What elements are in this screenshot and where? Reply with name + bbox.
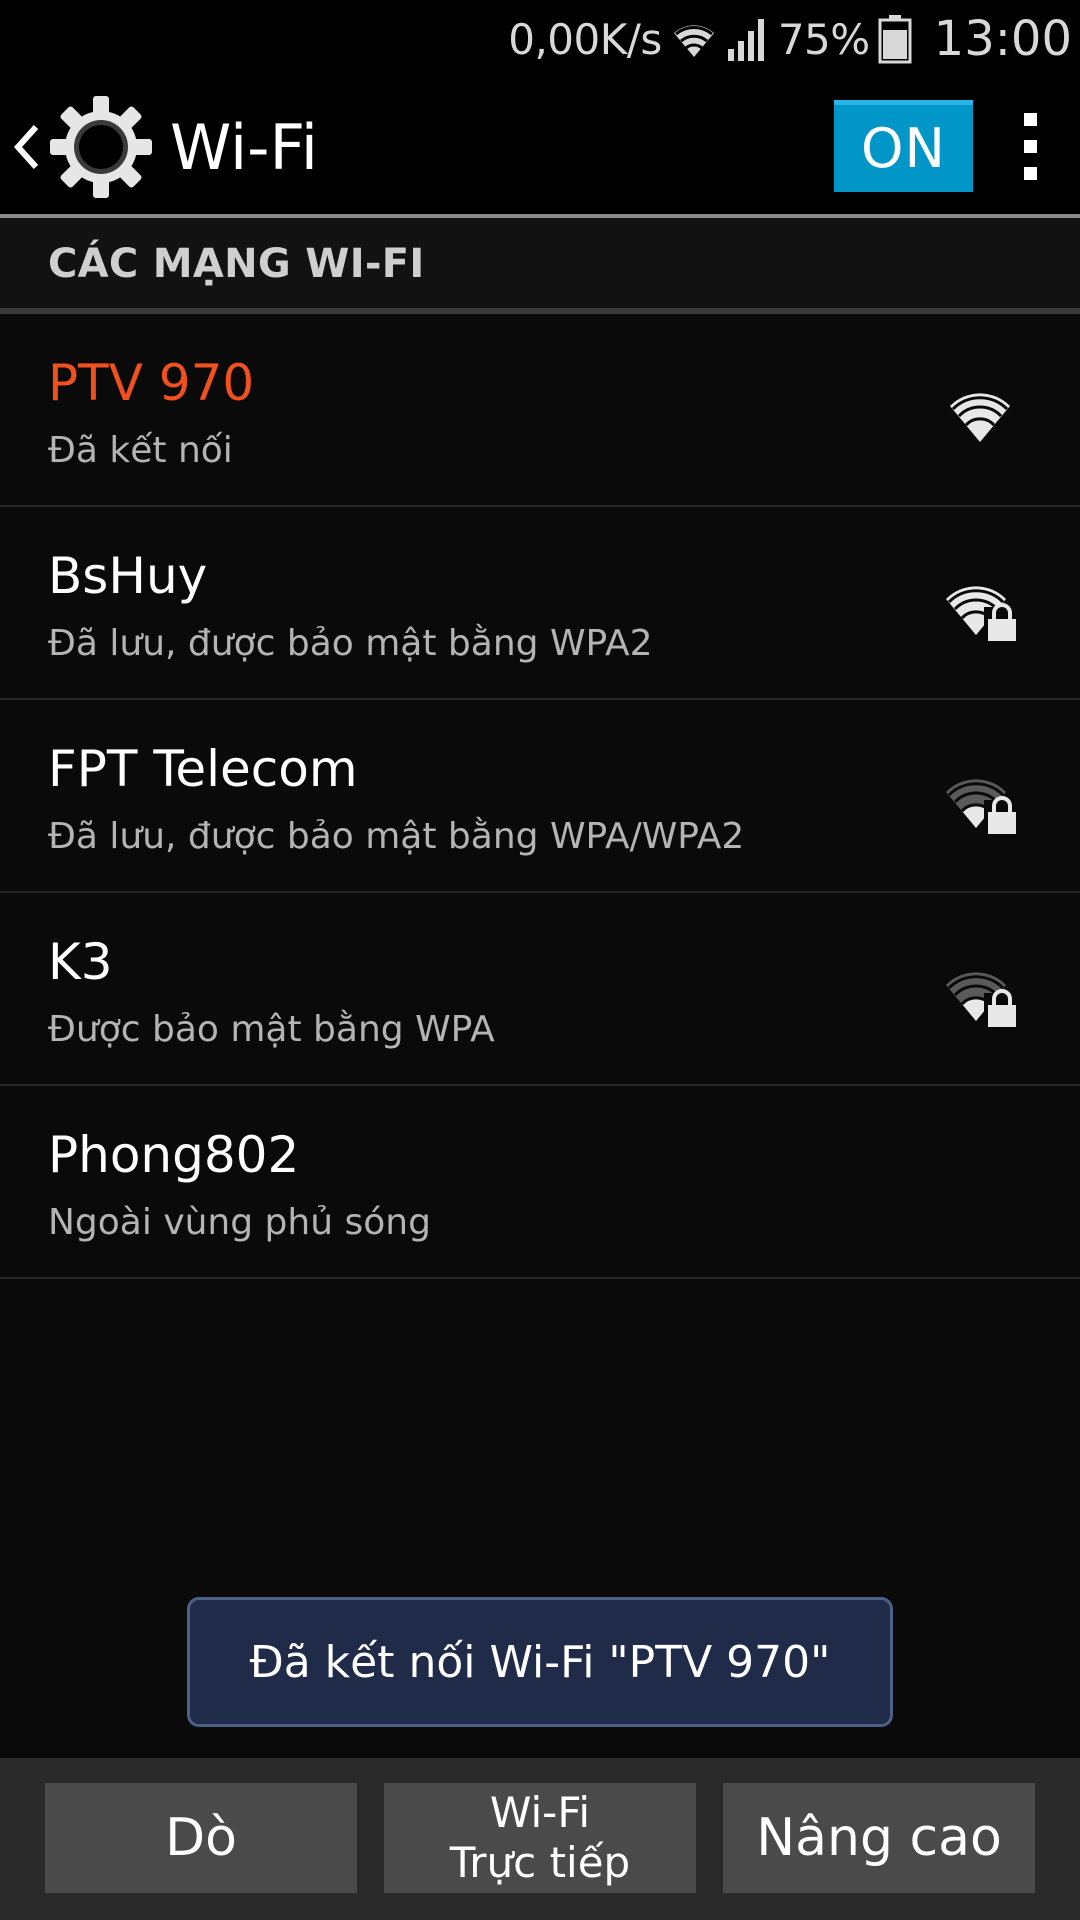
network-status: Đã lưu, được bảo mật bằng WPA2 bbox=[48, 623, 653, 664]
network-name: Phong802 bbox=[48, 1126, 300, 1184]
network-speed: 0,00K/s bbox=[508, 14, 662, 64]
wifi-direct-label-line1: Wi-Fi bbox=[489, 1787, 591, 1837]
network-name: FPT Telecom bbox=[48, 740, 358, 798]
battery-icon bbox=[878, 14, 912, 64]
network-name: K3 bbox=[48, 933, 113, 991]
advanced-button-label: Nâng cao bbox=[756, 1808, 1002, 1868]
wifi-locked-icon bbox=[940, 963, 1020, 1033]
toast-message: Đã kết nối Wi-Fi "PTV 970" bbox=[249, 1636, 831, 1688]
network-status: Đã kết nối bbox=[48, 430, 233, 471]
network-item-k3[interactable]: K3 Được bảo mật bằng WPA bbox=[0, 893, 1080, 1086]
wifi-locked-icon bbox=[940, 770, 1020, 840]
network-item-bshuy[interactable]: BsHuy Đã lưu, được bảo mật bằng WPA2 bbox=[0, 507, 1080, 700]
battery-percent: 75% bbox=[777, 14, 870, 64]
wifi-icon bbox=[670, 17, 718, 61]
page-title: Wi-Fi bbox=[170, 110, 318, 184]
clock: 13:00 bbox=[933, 11, 1072, 67]
bottom-action-bar: Dò Wi-Fi Trực tiếp Nâng cao bbox=[0, 1758, 1080, 1920]
status-bar: 0,00K/s 75% 13:00 bbox=[0, 0, 1080, 78]
network-status: Được bảo mật bằng WPA bbox=[48, 1009, 495, 1050]
network-item-phong802[interactable]: Phong802 Ngoài vùng phủ sóng bbox=[0, 1086, 1080, 1279]
wifi-direct-label-line2: Trực tiếp bbox=[449, 1838, 631, 1887]
network-status: Đã lưu, được bảo mật bằng WPA/WPA2 bbox=[48, 816, 745, 857]
section-title: CÁC MẠNG WI-FI bbox=[48, 241, 425, 287]
wifi-settings-screen: 0,00K/s 75% 13:00 Wi-Fi ON CÁC MẠNG WI-F… bbox=[0, 0, 1080, 1920]
advanced-button[interactable]: Nâng cao bbox=[723, 1783, 1035, 1893]
connection-toast: Đã kết nối Wi-Fi "PTV 970" bbox=[187, 1597, 893, 1727]
wifi-signal-icon bbox=[940, 384, 1020, 454]
wifi-direct-button[interactable]: Wi-Fi Trực tiếp bbox=[384, 1783, 696, 1893]
scan-button-label: Dò bbox=[165, 1808, 237, 1868]
up-navigation[interactable]: Wi-Fi bbox=[0, 78, 318, 216]
network-item-ptv-970[interactable]: PTV 970 Đã kết nối bbox=[0, 314, 1080, 507]
scan-button[interactable]: Dò bbox=[45, 1783, 357, 1893]
network-name: PTV 970 bbox=[48, 354, 255, 412]
network-status: Ngoài vùng phủ sóng bbox=[48, 1202, 431, 1243]
settings-gear-icon bbox=[46, 92, 156, 202]
network-name: BsHuy bbox=[48, 547, 208, 605]
overflow-menu-icon[interactable] bbox=[1010, 100, 1050, 192]
wifi-toggle-label: ON bbox=[861, 117, 946, 180]
section-header: CÁC MẠNG WI-FI bbox=[0, 218, 1080, 310]
network-item-fpt-telecom[interactable]: FPT Telecom Đã lưu, được bảo mật bằng WP… bbox=[0, 700, 1080, 893]
action-bar: Wi-Fi ON bbox=[0, 78, 1080, 216]
wifi-locked-icon bbox=[940, 577, 1020, 647]
network-list: PTV 970 Đã kết nối BsHuy Đã lưu, được bả… bbox=[0, 314, 1080, 1279]
wifi-toggle[interactable]: ON bbox=[834, 100, 973, 192]
cell-signal-icon bbox=[726, 15, 770, 63]
back-chevron-icon bbox=[10, 117, 42, 177]
